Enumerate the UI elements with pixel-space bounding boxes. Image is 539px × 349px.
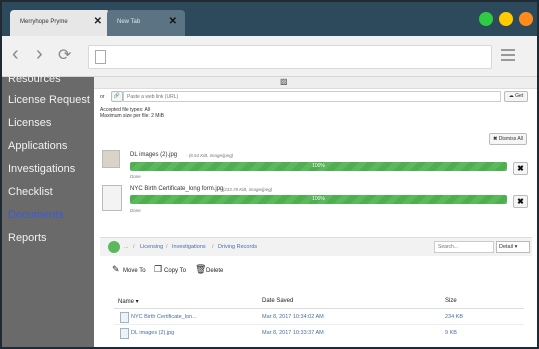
web-link-input[interactable] [123,91,501,102]
file-meta: - (233.78 KiB, image/jpeg) [220,187,273,192]
tab-merryhope[interactable]: Merryhope Pryme ✕ [10,10,110,36]
copy-to-button[interactable]: Copy To [164,268,186,274]
file-status: Done [130,208,141,213]
up-folder-icon[interactable] [108,241,120,253]
remove-file-button[interactable]: ✖ [513,162,528,175]
row-name[interactable]: NYC Birth Certificate_lon... [131,314,197,320]
sidebar-item-license-request[interactable]: License Request [8,94,90,106]
breadcrumb-sep: / [166,244,168,250]
file-icon [120,328,129,339]
sidebar-item-licenses[interactable]: Licenses [8,117,51,129]
row-size: 234 KB [445,314,464,320]
file-thumbnail [102,185,122,211]
search-input[interactable] [434,241,494,253]
column-size[interactable]: Size [445,298,457,304]
breadcrumb-driving-records[interactable]: Driving Records [218,244,257,250]
file-browser: ... / Licensing / Investigations / Drivi… [100,237,532,347]
breadcrumb-investigations[interactable]: Investigations [172,244,206,250]
breadcrumb-root[interactable]: ... [124,244,129,250]
window-close-dot[interactable] [519,12,533,26]
column-date-saved[interactable]: Date Saved [262,298,293,304]
file-status: Done [130,174,141,179]
file-name: DL images (2).jpg [130,152,178,158]
back-icon[interactable]: ‹ [12,43,19,66]
sidebar-item-reports[interactable]: Reports [8,232,47,244]
get-label: Get [515,93,524,99]
row-date: Mar 8, 2017 10:34:02 AM [262,314,324,320]
header-divider [114,308,524,309]
main-content: ▨ or 🔗 ☁ Get Accepted file types: All Ma… [94,77,537,347]
trash-icon[interactable]: 🗑 [195,264,206,275]
link-icon[interactable]: 🔗 [111,91,123,102]
toolbar: ‹ › ⟳ [2,36,537,77]
file-icon [120,312,129,323]
sidebar-item-investigations[interactable]: Investigations [8,163,75,175]
tab-title: New Tab [117,19,141,25]
row-size: 9 KB [445,330,457,336]
breadcrumb-sep: / [212,244,214,250]
row-divider [114,324,524,325]
file-meta: - (8.54 KiB, image/jpeg) [186,153,234,158]
sidebar-item-resources[interactable]: Resources [8,73,61,85]
progress-label: 100% [312,196,325,202]
delete-button[interactable]: Delete [206,268,223,274]
move-to-button[interactable]: Move To [123,268,146,274]
page-icon [95,50,106,64]
or-label: or [100,94,105,100]
get-button[interactable]: ☁ Get [504,91,528,102]
progress-label: 100% [312,163,325,169]
breadcrumb: ... / Licensing / Investigations / Drivi… [100,238,532,256]
menu-icon[interactable] [501,49,515,64]
view-select[interactable]: Detail ▾ [496,241,530,253]
close-tab-icon[interactable]: ✕ [94,16,102,27]
sidebar-item-applications[interactable]: Applications [8,140,67,152]
forward-icon[interactable]: › [36,43,43,66]
tab-title: Merryhope Pryme [20,19,68,25]
tab-new-tab[interactable]: New Tab ✕ [107,10,185,36]
upload-progress-bar: 100% [130,195,507,204]
row-date: Mar 8, 2017 10:33:37 AM [262,330,324,336]
sidebar-item-checklist[interactable]: Checklist [8,186,53,198]
window-maximize-dot[interactable] [479,12,493,26]
view-select-value: Detail [499,244,514,250]
dismiss-all-button[interactable]: ✖ Dismiss All [489,133,527,145]
tab-bar: Merryhope Pryme ✕ New Tab ✕ [2,2,537,36]
column-name[interactable]: Name ▾ [118,298,139,305]
remove-file-button[interactable]: ✖ [513,195,528,208]
row-name[interactable]: DL images (2).jpg [131,330,174,336]
browser-window: Merryhope Pryme ✕ New Tab ✕ ‹ › ⟳ Resour… [2,2,537,347]
file-name: NYC Birth Certificate_long form.jpg [130,186,224,192]
reload-icon[interactable]: ⟳ [58,45,71,65]
move-icon[interactable]: ✎ [112,264,120,275]
sidebar-item-documents[interactable]: Documents [8,209,64,221]
max-size: Maximum size per file: 2 MiB [100,113,164,119]
upload-icon: ▨ [280,77,288,86]
upload-progress-bar: 100% [130,162,507,171]
sidebar: Resources License Request Licenses Appli… [2,73,94,347]
copy-icon[interactable]: ❐ [154,264,162,275]
dismiss-label: Dismiss All [498,136,523,142]
breadcrumb-licensing[interactable]: Licensing [140,244,163,250]
breadcrumb-sep: / [133,244,135,250]
close-tab-icon[interactable]: ✕ [169,16,177,27]
upload-dropzone[interactable]: ▨ [94,77,537,89]
file-thumbnail [102,150,120,168]
address-bar[interactable] [88,45,492,69]
window-minimize-dot[interactable] [499,12,513,26]
